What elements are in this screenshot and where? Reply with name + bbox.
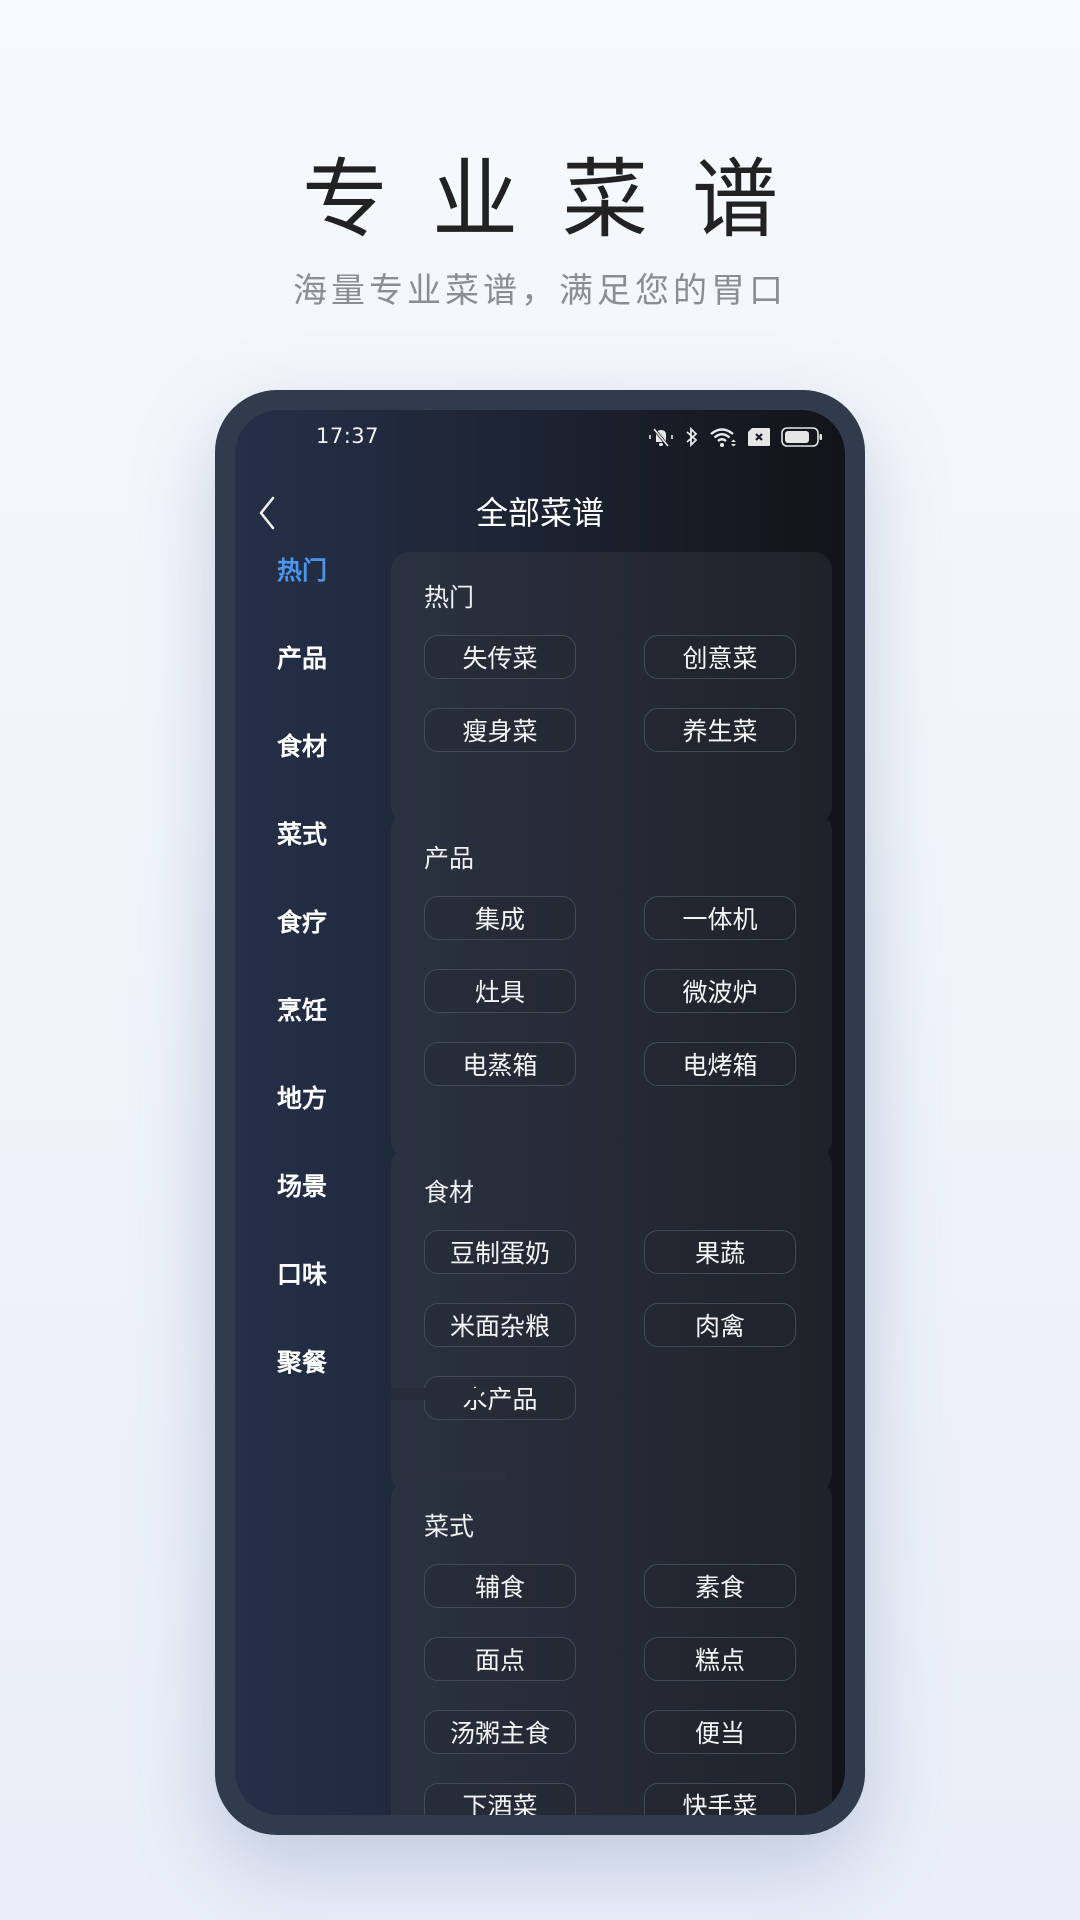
category-chip[interactable]: 米面杂粮 xyxy=(424,1303,576,1347)
category-card: 食材 豆制蛋奶 果蔬 米面杂粮 肉禽 水产品 xyxy=(391,1147,832,1492)
card-title: 食材 xyxy=(424,1178,475,1207)
category-chip[interactable]: 果蔬 xyxy=(644,1230,796,1274)
category-chip[interactable]: 电烤箱 xyxy=(644,1042,796,1086)
category-card: 产品集成 一体机灶具 微波炉电蒸箱 电烤箱 xyxy=(391,813,832,1158)
render-artifact xyxy=(400,1473,505,1481)
category-chip[interactable]: 糕点 xyxy=(644,1637,796,1681)
sidebar-item[interactable]: 场景 xyxy=(277,1169,327,1205)
category-chip[interactable]: 下酒菜 xyxy=(424,1783,576,1815)
card-title: 产品 xyxy=(424,844,475,873)
category-content: 热门失传菜 创意菜瘦身菜 养生菜产品集成 一体机灶具 微波炉电蒸箱 电烤箱食材豆制蛋奶 果蔬… xyxy=(391,410,832,1815)
category-chip[interactable]: 面点 xyxy=(424,1637,576,1681)
category-card: 热门失传菜 创意菜瘦身菜 养生菜 xyxy=(391,552,832,824)
category-chip[interactable]: 汤粥主食 xyxy=(424,1710,576,1754)
promo-title: 专业菜谱 xyxy=(302,150,822,250)
render-artifact xyxy=(391,1388,481,1400)
status-time: 17:37 xyxy=(316,424,380,448)
category-chip[interactable]: 一体机 xyxy=(644,896,796,940)
sidebar-item[interactable]: 菜式 xyxy=(277,817,327,853)
sidebar-item[interactable]: 热门 xyxy=(277,553,327,589)
category-chip[interactable]: 豆制蛋奶 xyxy=(424,1230,576,1274)
category-chip[interactable]: 微波炉 xyxy=(644,969,796,1013)
promo-subtitle: 海量专业菜谱，满足您的胃口 xyxy=(293,271,787,311)
category-card: 菜式辅食 素食面点 糕点汤粥主食 便当下酒菜 快手菜 xyxy=(391,1481,832,1815)
category-chip[interactable]: 养生菜 xyxy=(644,708,796,752)
card-title: 菜式 xyxy=(424,1512,475,1541)
phone-screen: 17:37 全部菜谱 热门 产品 食材 菜式 食疗 烹饪 地方 场景 口味 聚餐… xyxy=(235,410,845,1815)
category-chip[interactable]: 灶具 xyxy=(424,969,576,1013)
sidebar-item[interactable]: 食材 xyxy=(277,729,327,765)
sidebar-item[interactable]: 食疗 xyxy=(277,905,327,941)
sidebar-item[interactable]: 烹饪 xyxy=(277,993,327,1029)
category-chip[interactable]: 快手菜 xyxy=(644,1783,796,1815)
sidebar-item[interactable]: 口味 xyxy=(277,1257,327,1293)
category-chip[interactable]: 辅食 xyxy=(424,1564,576,1608)
category-chip[interactable]: 创意菜 xyxy=(644,635,796,679)
category-chip[interactable]: 瘦身菜 xyxy=(424,708,576,752)
phone-frame: 17:37 全部菜谱 热门 产品 食材 菜式 食疗 烹饪 地方 场景 口味 聚餐… xyxy=(215,390,865,1835)
sidebar-item[interactable]: 聚餐 xyxy=(277,1345,327,1381)
sidebar-item[interactable]: 产品 xyxy=(277,641,327,677)
category-chip[interactable]: 素食 xyxy=(644,1564,796,1608)
category-chip[interactable]: 电蒸箱 xyxy=(424,1042,576,1086)
sidebar-item[interactable]: 地方 xyxy=(277,1081,327,1117)
card-title: 热门 xyxy=(424,583,475,612)
category-chip[interactable]: 失传菜 xyxy=(424,635,576,679)
category-chip[interactable]: 肉禽 xyxy=(644,1303,796,1347)
category-chip[interactable]: 集成 xyxy=(424,896,576,940)
category-chip[interactable]: 便当 xyxy=(644,1710,796,1754)
